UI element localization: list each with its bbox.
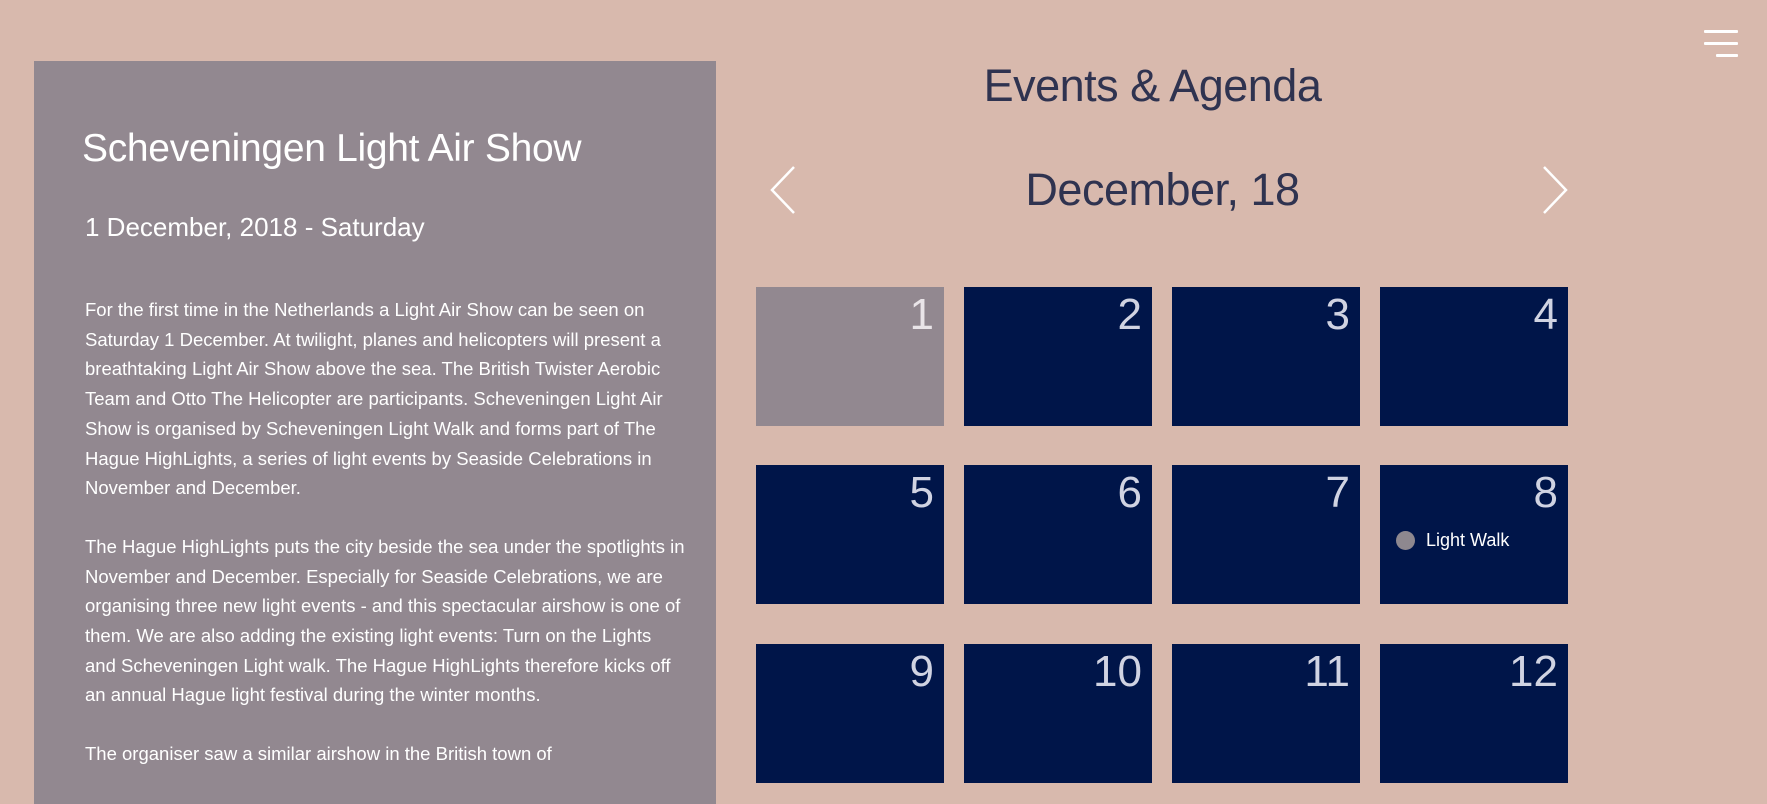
day-number: 5 [909,468,934,517]
day-number: 8 [1533,468,1558,517]
next-month-button[interactable] [1540,164,1570,216]
menu-line [1716,54,1738,57]
event-description: For the first time in the Netherlands a … [85,295,687,798]
calendar-day-6[interactable]: 6 [964,465,1152,604]
day-number: 10 [1093,647,1142,696]
calendar-day-2[interactable]: 2 [964,287,1152,426]
day-number: 7 [1325,468,1350,517]
calendar-day-9[interactable]: 9 [756,644,944,783]
event-date: 1 December, 2018 - Saturday [85,212,425,242]
calendar-day-11[interactable]: 11 [1172,644,1360,783]
calendar-day-12[interactable]: 12 [1380,644,1568,783]
event-title: Scheveningen Light Air Show [82,127,582,170]
menu-line [1704,30,1738,33]
calendar-day-8[interactable]: 8 Light Walk [1380,465,1568,604]
day-number: 4 [1533,290,1558,339]
description-paragraph: The Hague HighLights puts the city besid… [85,535,685,706]
day-number: 6 [1117,468,1142,517]
description-paragraph: For the first time in the Netherlands a … [85,299,663,499]
prev-month-button[interactable] [768,164,798,216]
day-number: 3 [1325,290,1350,339]
calendar-day-5[interactable]: 5 [756,465,944,604]
day-number: 11 [1304,647,1350,696]
calendar-day-10[interactable]: 10 [964,644,1152,783]
event-tag-label: Light Walk [1426,530,1510,550]
day-number: 2 [1117,290,1142,339]
event-dot-icon [1396,531,1415,550]
chevron-left-icon [770,166,795,214]
chevron-right-icon [1543,166,1568,214]
description-paragraph: The organiser saw a similar airshow in t… [85,743,552,765]
day-number: 1 [909,290,934,339]
day-number: 9 [909,647,934,696]
agenda-title: Events & Agenda [983,60,1322,111]
month-label: December, 18 [1025,164,1300,215]
calendar-day-1[interactable]: 1 [756,287,944,426]
hamburger-menu-icon[interactable] [1702,28,1738,62]
calendar-day-3[interactable]: 3 [1172,287,1360,426]
calendar-day-4[interactable]: 4 [1380,287,1568,426]
calendar-day-7[interactable]: 7 [1172,465,1360,604]
event-tag-light-walk[interactable]: Light Walk [1396,530,1509,551]
day-number: 12 [1509,647,1558,696]
event-detail-panel: Scheveningen Light Air Show 1 December, … [34,61,716,804]
menu-line [1704,42,1738,45]
